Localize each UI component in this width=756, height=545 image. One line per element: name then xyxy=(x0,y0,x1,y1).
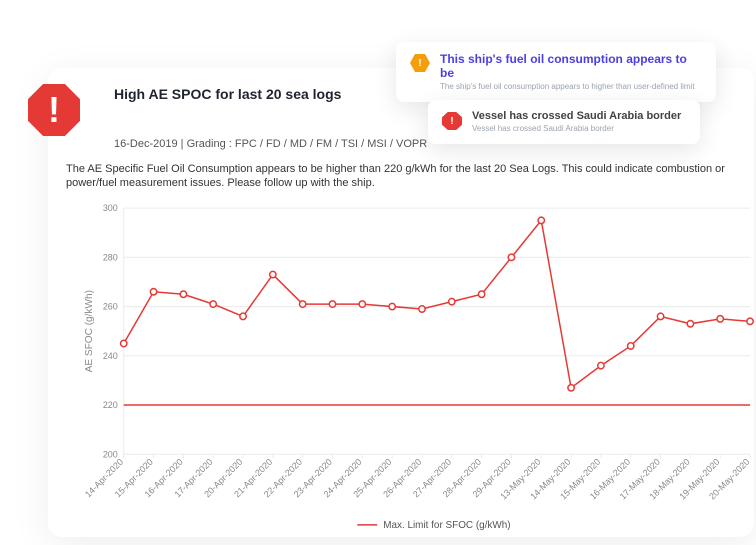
alert-octagon-icon: ! xyxy=(28,84,80,136)
svg-text:300: 300 xyxy=(103,203,118,213)
alert-symbol: ! xyxy=(48,89,60,131)
svg-text:200: 200 xyxy=(103,449,118,459)
svg-text:280: 280 xyxy=(103,252,118,262)
notification-text: This ship's fuel oil consumption appears… xyxy=(440,52,702,92)
notification-fuel-consumption[interactable]: ! This ship's fuel oil consumption appea… xyxy=(396,42,716,102)
svg-text:220: 220 xyxy=(103,400,118,410)
notification-title: Vessel has crossed Saudi Arabia border xyxy=(472,110,681,122)
notification-border-crossed[interactable]: ! Vessel has crossed Saudi Arabia border… xyxy=(428,100,700,144)
card-description: The AE Specific Fuel Oil Consumption app… xyxy=(66,162,754,191)
svg-text:240: 240 xyxy=(103,351,118,361)
notification-title: This ship's fuel oil consumption appears… xyxy=(440,52,702,80)
notification-subtitle: Vessel has crossed Saudi Arabia border xyxy=(472,124,681,134)
svg-text:Max. Limit for SFOC (g/kWh): Max. Limit for SFOC (g/kWh) xyxy=(383,520,510,531)
svg-text:260: 260 xyxy=(103,302,118,312)
notification-text: Vessel has crossed Saudi Arabia border V… xyxy=(472,110,681,134)
svg-text:AE SFOC (g/kWh): AE SFOC (g/kWh) xyxy=(84,290,95,372)
warning-icon: ! xyxy=(410,54,430,72)
alert-icon: ! xyxy=(442,112,462,130)
chart: 200220240260280300AE SFOC (g/kWh)14-Apr-… xyxy=(78,200,754,533)
notification-subtitle: The ship's fuel oil consumption appears … xyxy=(440,82,702,92)
